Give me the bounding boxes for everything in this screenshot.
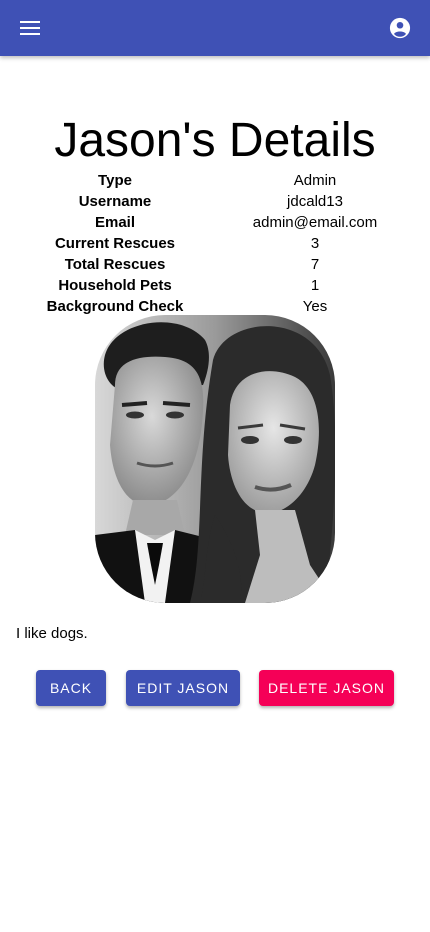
details-table: Type Admin Username jdcald13 Email admin… <box>0 170 430 317</box>
detail-row-total-rescues: Total Rescues 7 <box>0 254 430 275</box>
detail-value: Yes <box>302 298 328 315</box>
detail-value: 7 <box>310 256 320 273</box>
edit-button[interactable]: EDIT JASON <box>126 670 240 706</box>
detail-label: Email <box>94 214 136 231</box>
page-title: Jason's Details <box>54 114 376 167</box>
detail-row-email: Email admin@email.com <box>0 212 430 233</box>
bio-text: I like dogs. <box>16 625 88 642</box>
detail-value: 3 <box>310 235 320 252</box>
detail-row-household-pets: Household Pets 1 <box>0 275 430 296</box>
detail-label: Household Pets <box>58 277 172 294</box>
detail-label: Username <box>78 193 152 210</box>
profile-photo <box>95 315 335 603</box>
detail-label: Current Rescues <box>54 235 176 252</box>
detail-label: Total Rescues <box>64 256 166 273</box>
detail-row-username: Username jdcald13 <box>0 191 430 212</box>
account-circle-icon[interactable] <box>388 16 412 40</box>
detail-row-type: Type Admin <box>0 170 430 191</box>
detail-value: admin@email.com <box>252 214 378 231</box>
delete-button[interactable]: DELETE JASON <box>259 670 394 706</box>
menu-icon[interactable] <box>18 16 42 40</box>
detail-value: 1 <box>310 277 320 294</box>
detail-row-background-check: Background Check Yes <box>0 296 430 317</box>
detail-label: Type <box>98 172 132 189</box>
app-bar <box>0 0 430 56</box>
back-button[interactable]: BACK <box>36 670 106 706</box>
detail-value: jdcald13 <box>287 193 343 210</box>
detail-value: Admin <box>293 172 337 189</box>
detail-label: Background Check <box>46 298 184 315</box>
detail-row-current-rescues: Current Rescues 3 <box>0 233 430 254</box>
